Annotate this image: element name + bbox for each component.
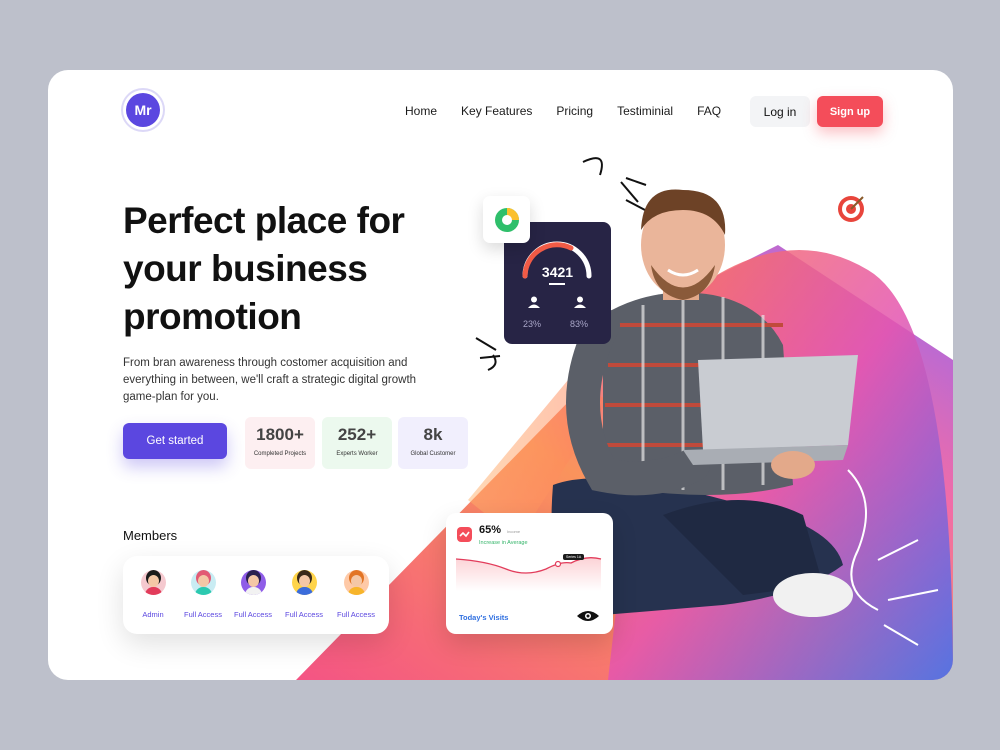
user-percent-2: 83% bbox=[570, 319, 589, 329]
avatar bbox=[140, 570, 166, 595]
hero-title-line-2: your business bbox=[123, 248, 368, 289]
landing-page-card: Mr Home Key Features Pricing Testiminial… bbox=[48, 70, 953, 680]
todays-visits-card: 65% Income Increase in Average Series 1A… bbox=[446, 513, 613, 634]
nav-item-faq[interactable]: FAQ bbox=[697, 104, 721, 118]
pie-chart-badge bbox=[483, 196, 530, 243]
members-title: Members bbox=[123, 528, 178, 543]
stat-value: 1800+ bbox=[256, 425, 304, 444]
income-label: Income bbox=[507, 529, 521, 534]
login-button[interactable]: Log in bbox=[750, 96, 810, 127]
member-role: Full Access bbox=[234, 610, 272, 619]
target-icon bbox=[836, 194, 866, 224]
member-item[interactable]: Full Access bbox=[227, 570, 279, 619]
member-item[interactable]: Admin bbox=[127, 570, 179, 619]
nav-item-home[interactable]: Home bbox=[405, 104, 437, 118]
hero-title: Perfect place for your business promotio… bbox=[123, 197, 463, 341]
visits-percent: 65% bbox=[479, 524, 502, 536]
signup-button[interactable]: Sign up bbox=[817, 96, 883, 127]
eye-icon[interactable] bbox=[576, 609, 600, 623]
stat-label: Experts Worker bbox=[336, 451, 378, 457]
member-item[interactable]: Full Access bbox=[177, 570, 229, 619]
hero-title-line-3: promotion bbox=[123, 296, 302, 337]
user-icon bbox=[528, 296, 540, 308]
pie-chart-icon bbox=[494, 207, 519, 232]
nav-item-pricing[interactable]: Pricing bbox=[556, 104, 593, 118]
stat-label: Completed Projects bbox=[253, 451, 307, 457]
chart-tooltip: Series 1A bbox=[563, 554, 585, 560]
average-label: Increase in Average bbox=[479, 540, 528, 546]
brand-logo[interactable]: Mr bbox=[126, 93, 160, 127]
stat-value: 252+ bbox=[337, 425, 377, 444]
user-percent-1: 23% bbox=[523, 319, 542, 329]
member-role: Full Access bbox=[337, 610, 375, 619]
stat-label: Global Customer bbox=[410, 451, 456, 457]
stat-experts-worker: 252+ Experts Worker bbox=[322, 417, 392, 469]
members-panel: Admin Full Access Full Access Full Acces… bbox=[123, 556, 389, 634]
stat-value: 8k bbox=[423, 425, 443, 444]
avatar bbox=[291, 570, 317, 595]
stat-completed-projects: 1800+ Completed Projects bbox=[245, 417, 315, 469]
nav-item-testimonial[interactable]: Testiminial bbox=[617, 104, 673, 118]
avatar bbox=[190, 570, 216, 595]
trend-icon bbox=[457, 527, 472, 542]
get-started-button[interactable]: Get started bbox=[123, 423, 227, 459]
member-role: Admin bbox=[142, 610, 164, 619]
avatar bbox=[240, 570, 266, 595]
member-role: Full Access bbox=[285, 610, 323, 619]
hero-title-line-1: Perfect place for bbox=[123, 200, 405, 241]
nav-item-key-features[interactable]: Key Features bbox=[461, 104, 532, 118]
member-role: Full Access bbox=[184, 610, 222, 619]
member-item[interactable]: Full Access bbox=[278, 570, 330, 619]
todays-visits-label: Today's Visits bbox=[459, 613, 509, 622]
hero-description: From bran awareness through costomer acq… bbox=[123, 357, 417, 403]
main-nav: Home Key Features Pricing Testiminial FA… bbox=[405, 104, 721, 118]
user-icon bbox=[574, 296, 586, 308]
stat-global-customer: 8k Global Customer bbox=[398, 417, 468, 469]
member-item[interactable]: Full Access bbox=[330, 570, 382, 619]
dashboard-value: 3421 bbox=[541, 264, 574, 280]
avatar bbox=[343, 570, 369, 595]
